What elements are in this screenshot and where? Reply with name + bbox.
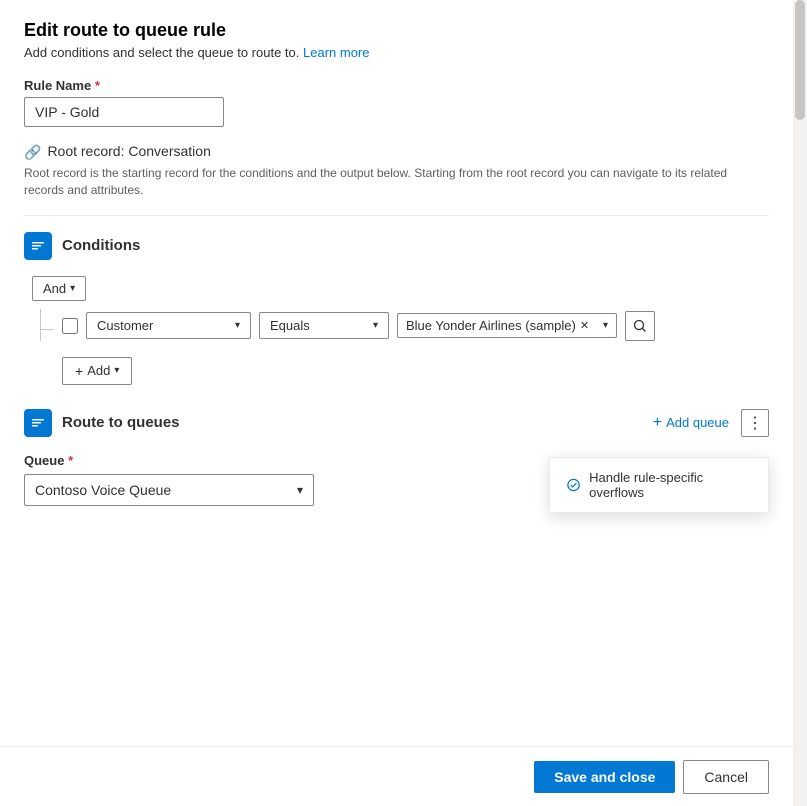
conditions-section: Conditions And ▾ Customer ▾ Equals: [24, 232, 769, 385]
rule-name-field: Rule Name *: [24, 78, 769, 127]
overflow-item-icon: [566, 477, 581, 493]
scrollbar[interactable]: [793, 0, 807, 806]
customer-chevron-icon: ▾: [235, 320, 240, 331]
route-section: Route to queues + Add queue ⋮: [24, 409, 769, 506]
and-dropdown[interactable]: And ▾: [32, 276, 86, 301]
route-header: Route to queues + Add queue ⋮: [24, 409, 769, 437]
main-panel: Edit route to queue rule Add conditions …: [0, 0, 793, 806]
add-chevron-icon: ▾: [114, 365, 119, 376]
condition-row: Customer ▾ Equals ▾ Blue Yonder Airlines…: [32, 311, 769, 341]
queue-chevron-icon: ▾: [297, 483, 303, 497]
learn-more-link[interactable]: Learn more: [303, 45, 369, 60]
root-record-section: 🔗 Root record: Conversation Root record …: [24, 143, 769, 199]
route-header-right: + Add queue ⋮ Handle rule-specific overf…: [645, 409, 769, 437]
cancel-button[interactable]: Cancel: [683, 760, 769, 794]
equals-dropdown[interactable]: Equals ▾: [259, 312, 389, 339]
equals-chevron-icon: ▾: [373, 320, 378, 331]
remove-value-icon[interactable]: ✕: [580, 319, 589, 332]
root-record-title: Root record: Conversation: [47, 143, 210, 159]
more-options-button[interactable]: ⋮: [741, 409, 769, 437]
rule-name-input[interactable]: [24, 97, 224, 127]
value-dropdown[interactable]: Blue Yonder Airlines (sample) ✕ ▾: [397, 313, 617, 338]
condition-line: [32, 311, 52, 351]
overflow-item-handle[interactable]: Handle rule-specific overflows: [550, 462, 768, 508]
ellipsis-icon: ⋮: [747, 413, 763, 433]
condition-checkbox[interactable]: [62, 318, 78, 334]
route-svg-icon: [30, 415, 46, 431]
plus-icon: +: [75, 363, 83, 379]
chevron-down-icon: ▾: [70, 283, 75, 294]
queue-dropdown[interactable]: Contoso Voice Queue ▾: [24, 474, 314, 506]
conditions-svg-icon: [30, 238, 46, 254]
queue-required: *: [68, 453, 73, 468]
page-title: Edit route to queue rule Add conditions …: [24, 20, 769, 60]
value-chevron-icon: ▾: [603, 320, 608, 331]
overflow-popup: Handle rule-specific overflows: [549, 457, 769, 513]
page-subtitle: Add conditions and select the queue to r…: [24, 45, 769, 60]
route-header-left: Route to queues: [24, 409, 180, 437]
conditions-title: Conditions: [62, 237, 140, 254]
required-marker: *: [95, 78, 100, 93]
plus-icon-queue: +: [653, 414, 662, 432]
page-heading: Edit route to queue rule: [24, 20, 769, 41]
footer: Save and close Cancel: [0, 746, 793, 806]
value-tag: Blue Yonder Airlines (sample) ✕: [406, 318, 589, 333]
add-queue-button[interactable]: + Add queue: [645, 410, 737, 436]
save-and-close-button[interactable]: Save and close: [534, 761, 675, 793]
customer-dropdown[interactable]: Customer ▾: [86, 312, 251, 339]
conditions-icon: [24, 232, 52, 260]
rule-name-label: Rule Name *: [24, 78, 769, 93]
search-icon: [633, 319, 647, 333]
conditions-header: Conditions: [24, 232, 769, 260]
divider-1: [24, 215, 769, 216]
route-icon: [24, 409, 52, 437]
route-title: Route to queues: [62, 414, 180, 431]
add-condition-button[interactable]: + Add ▾: [62, 357, 132, 385]
search-button[interactable]: [625, 311, 655, 341]
root-record-icon: 🔗: [24, 144, 41, 161]
root-record-description: Root record is the starting record for t…: [24, 165, 769, 199]
scrollbar-thumb[interactable]: [795, 0, 805, 120]
conditions-area: And ▾ Customer ▾ Equals ▾: [24, 276, 769, 385]
